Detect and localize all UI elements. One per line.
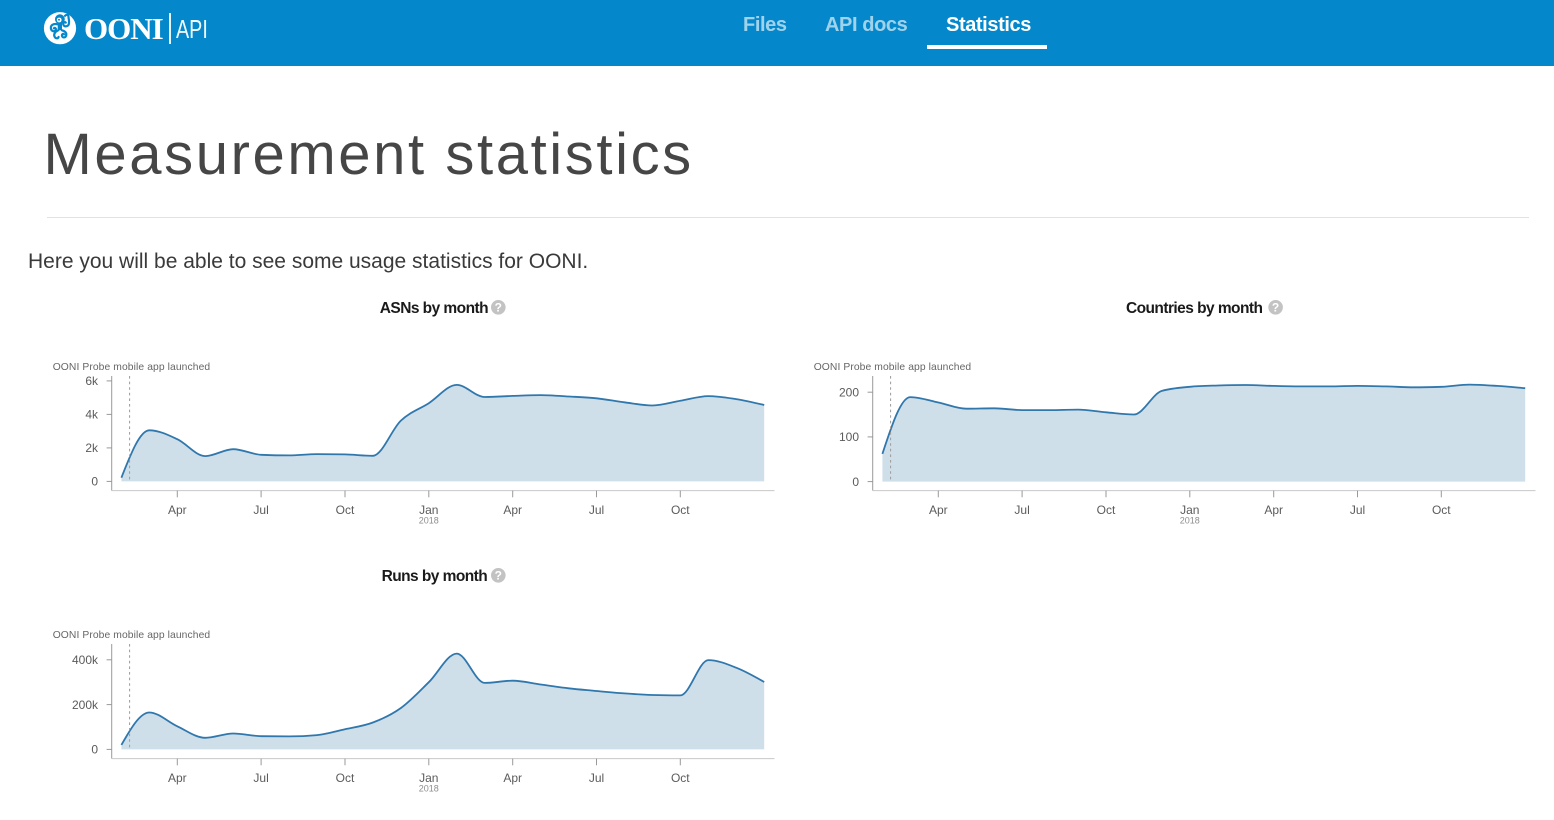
svg-text:Runs by month: Runs by month [382,568,488,585]
svg-text:?: ? [495,301,502,315]
svg-text:4k: 4k [85,408,99,422]
svg-text:Oct: Oct [336,771,355,785]
svg-text:100: 100 [839,430,859,444]
svg-text:Apr: Apr [168,771,187,785]
svg-text:Oct: Oct [336,503,355,517]
svg-text:2018: 2018 [1180,516,1200,526]
svg-text:Apr: Apr [929,503,948,517]
svg-text:Countries by month: Countries by month [1126,300,1263,317]
svg-text:Apr: Apr [168,503,187,517]
svg-text:Jul: Jul [1014,503,1029,517]
svg-text:?: ? [1272,301,1279,315]
svg-text:Apr: Apr [1264,503,1283,517]
svg-text:ASNs by month: ASNs by month [380,300,488,317]
svg-text:?: ? [495,569,502,583]
svg-text:Oct: Oct [671,771,690,785]
svg-text:200: 200 [839,385,859,399]
svg-text:400k: 400k [72,653,99,667]
svg-text:200k: 200k [72,698,99,712]
svg-text:2k: 2k [85,441,99,455]
svg-text:Jul: Jul [589,771,604,785]
svg-text:Jul: Jul [589,503,604,517]
svg-text:Jul: Jul [253,771,268,785]
svg-text:Apr: Apr [503,503,522,517]
svg-text:OONI Probe mobile app launched: OONI Probe mobile app launched [813,362,971,373]
svg-text:OONI Probe mobile app launched: OONI Probe mobile app launched [53,362,211,373]
svg-text:2018: 2018 [419,784,439,794]
svg-text:Apr: Apr [503,771,522,785]
svg-text:6k: 6k [85,374,99,388]
svg-text:0: 0 [91,475,98,489]
svg-text:Oct: Oct [671,503,690,517]
svg-text:0: 0 [852,475,859,489]
svg-text:2018: 2018 [419,516,439,526]
svg-text:Oct: Oct [1096,503,1115,517]
svg-text:Oct: Oct [1432,503,1451,517]
svg-text:0: 0 [91,743,98,757]
svg-text:OONI Probe mobile app launched: OONI Probe mobile app launched [53,630,211,641]
svg-text:Jul: Jul [253,503,268,517]
svg-text:Jul: Jul [1350,503,1365,517]
